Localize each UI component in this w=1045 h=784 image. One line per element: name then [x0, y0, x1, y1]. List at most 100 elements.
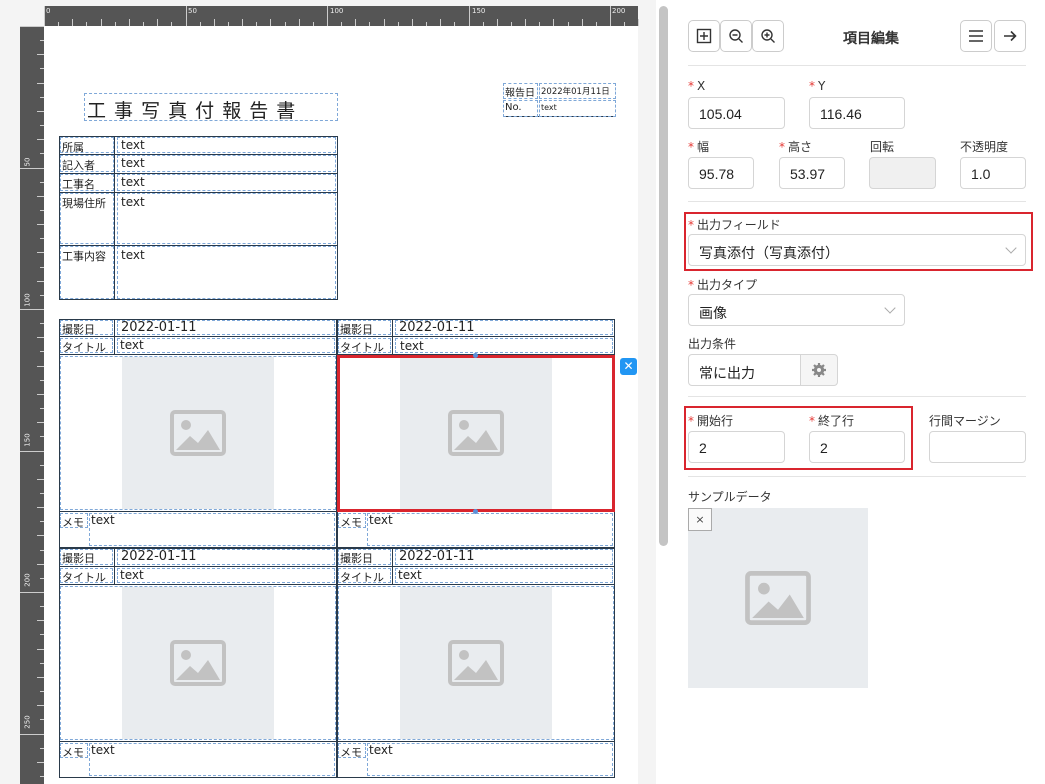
ruler-label: 200 — [23, 573, 32, 587]
output-field-select[interactable]: 写真添付（写真添付） — [688, 234, 1026, 266]
ruler-label: 150 — [23, 433, 32, 447]
resize-handle[interactable] — [473, 353, 478, 358]
ruler-tick — [37, 620, 44, 622]
photo-memo-label[interactable]: メモ — [60, 743, 88, 759]
menu-button[interactable] — [960, 20, 992, 52]
opacity-input[interactable]: 1.0 — [960, 157, 1026, 189]
info-label-field[interactable]: 工事名 — [60, 174, 114, 191]
ruler-tick — [37, 195, 44, 197]
opacity-label: 不透明度 — [960, 140, 1009, 154]
photo-date-label[interactable]: 撮影日 — [338, 320, 391, 336]
photo-memo-label[interactable]: メモ — [338, 513, 366, 529]
ruler-tick — [100, 19, 102, 26]
info-value-field[interactable]: text — [117, 246, 336, 299]
photo-title-value[interactable]: text — [395, 338, 613, 353]
report-title-field[interactable]: 工 事 写 真 付 報 告 書 — [84, 93, 338, 122]
info-label-field[interactable]: 所属 — [60, 137, 114, 154]
ruler-label: 200 — [612, 7, 626, 15]
end-row-input[interactable]: 2 — [809, 431, 905, 463]
photo-memo-label[interactable]: メモ — [60, 513, 88, 529]
output-condition-label: 出力条件 — [688, 337, 737, 351]
width-label: * 幅 — [688, 140, 710, 154]
photo-title-label[interactable]: タイトル — [338, 338, 391, 354]
photo-date-value[interactable]: 2022-01-11 — [117, 320, 335, 335]
photo-date-value[interactable]: 2022-01-11 — [117, 549, 335, 565]
zoom-in-button[interactable] — [752, 20, 784, 52]
ruler-tick — [525, 19, 527, 26]
chevron-down-icon — [1005, 242, 1017, 254]
photo-date-value[interactable]: 2022-01-11 — [395, 320, 613, 335]
photo-date-value[interactable]: 2022-01-11 — [395, 549, 613, 565]
ruler-tick — [20, 309, 44, 310]
ruler-label: 0 — [46, 7, 51, 15]
photo-memo-value[interactable]: text — [89, 743, 335, 776]
ruler-tick — [610, 6, 611, 26]
line-margin-input[interactable] — [929, 431, 1026, 463]
fit-page-button[interactable] — [688, 20, 720, 52]
ruler-tick — [157, 19, 159, 26]
editor-scrollbar[interactable] — [659, 6, 668, 546]
zoom-out-icon — [729, 29, 743, 43]
rotation-label: 回転 — [870, 140, 895, 154]
start-row-input[interactable]: 2 — [688, 431, 785, 463]
width-input[interactable]: 95.78 — [688, 157, 754, 189]
line-margin-label: 行間マージン — [929, 414, 1001, 428]
photo-date-label[interactable]: 撮影日 — [60, 549, 113, 565]
photo-title-value[interactable]: text — [395, 568, 613, 583]
image-placeholder-icon — [122, 357, 274, 509]
zoom-out-button[interactable] — [720, 20, 752, 52]
ruler-tick — [37, 393, 44, 395]
info-value-field[interactable]: text — [117, 137, 336, 153]
photo-memo-value[interactable]: text — [89, 513, 335, 546]
hamburger-icon — [969, 30, 983, 42]
info-value-field[interactable]: text — [117, 174, 336, 191]
info-label-field[interactable]: 工事内容 — [60, 246, 114, 299]
y-input[interactable]: 116.46 — [809, 97, 905, 129]
no-label-field[interactable]: No. — [503, 100, 538, 117]
x-input[interactable]: 105.04 — [688, 97, 785, 129]
ruler-tick — [37, 705, 44, 707]
photo-date-label[interactable]: 撮影日 — [338, 549, 391, 565]
arrow-right-icon — [1004, 30, 1017, 42]
x-label: * X — [688, 79, 706, 93]
ruler-tick — [270, 19, 272, 26]
photo-title-value[interactable]: text — [117, 338, 335, 353]
ruler-tick — [37, 252, 44, 254]
photo-title-value[interactable]: text — [117, 568, 335, 583]
condition-settings-button[interactable] — [800, 354, 838, 386]
ruler-tick — [128, 19, 130, 26]
date-value-field[interactable]: 2022年01月11日 — [539, 83, 616, 99]
ruler-tick — [327, 6, 328, 26]
selected-photo-image-field[interactable] — [337, 355, 615, 512]
ruler-tick — [581, 19, 583, 26]
rotation-input[interactable] — [869, 157, 936, 189]
output-condition-input[interactable]: 常に出力 — [688, 354, 801, 386]
chevron-down-icon — [884, 302, 896, 314]
photo-title-label[interactable]: タイトル — [338, 568, 391, 584]
photo-title-label[interactable]: タイトル — [60, 568, 113, 584]
photo-date-label[interactable]: 撮影日 — [60, 320, 113, 336]
info-value-field[interactable]: text — [117, 193, 336, 244]
date-label-field[interactable]: 報告日 — [503, 83, 538, 99]
no-value-field[interactable]: text — [539, 100, 616, 117]
info-label-field[interactable]: 現場住所 — [60, 193, 114, 244]
deselect-close-icon[interactable]: ✕ — [620, 358, 637, 375]
photo-title-label[interactable]: タイトル — [60, 338, 113, 354]
photo-memo-value[interactable]: text — [367, 743, 613, 776]
output-type-select[interactable]: 画像 — [688, 294, 905, 326]
ruler-tick — [20, 167, 44, 169]
ruler-tick — [468, 6, 470, 26]
ruler-tick — [20, 592, 44, 593]
fit-icon — [696, 28, 712, 44]
report-title: 工 事 写 真 付 報 告 書 — [87, 100, 297, 122]
ruler-tick — [242, 19, 244, 26]
info-label-field[interactable]: 記入者 — [60, 155, 114, 172]
ruler-tick — [72, 19, 74, 26]
horizontal-ruler: 0 50 100 150 200 — [44, 6, 640, 26]
clear-sample-button[interactable]: × — [688, 508, 712, 531]
info-value-field[interactable]: text — [117, 155, 336, 172]
height-input[interactable]: 53.97 — [779, 157, 845, 189]
close-panel-button[interactable] — [994, 20, 1026, 52]
photo-memo-label[interactable]: メモ — [338, 743, 366, 759]
photo-memo-value[interactable]: text — [367, 513, 613, 546]
